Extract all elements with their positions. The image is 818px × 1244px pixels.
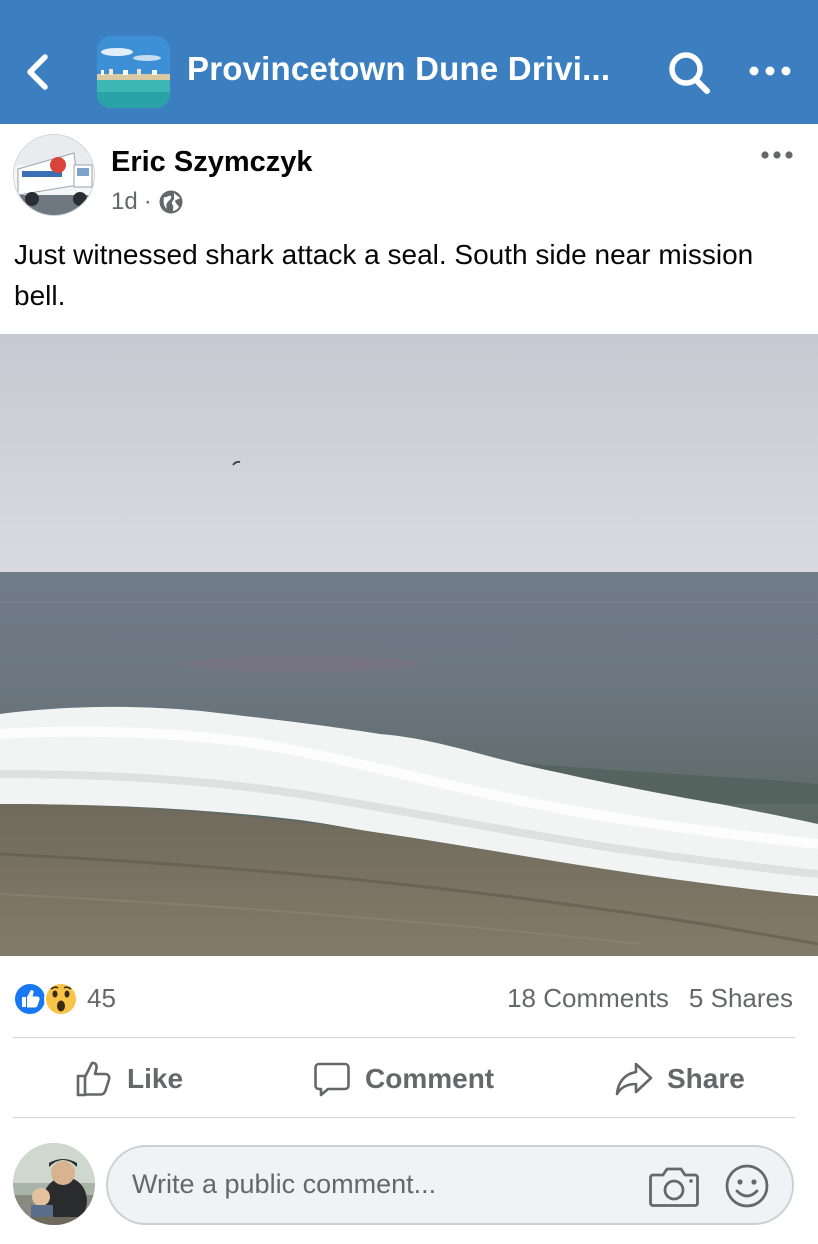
top-bar: Provincetown Dune Drivi... — [0, 0, 818, 124]
meta-separator: · — [143, 188, 152, 215]
group-title[interactable]: Provincetown Dune Drivi... — [187, 50, 610, 88]
shares-count[interactable]: 5 Shares — [689, 983, 793, 1014]
share-button[interactable]: Share — [615, 1056, 745, 1102]
search-icon — [669, 52, 710, 94]
wow-reaction-icon — [44, 982, 78, 1016]
globe-icon — [159, 190, 183, 214]
reaction-count[interactable]: 45 — [87, 983, 116, 1014]
author-name[interactable]: Eric Szymczyk — [111, 146, 313, 179]
post-options-button[interactable] — [757, 144, 797, 166]
comment-icon — [314, 1062, 350, 1097]
comments-count[interactable]: 18 Comments — [507, 983, 669, 1014]
author-avatar[interactable] — [13, 134, 95, 216]
divider — [13, 1117, 795, 1118]
camera-icon — [649, 1167, 699, 1207]
post-text: Just witnessed shark attack a seal. Sout… — [14, 239, 754, 311]
more-horizontal-icon — [749, 66, 791, 76]
back-button[interactable] — [18, 50, 58, 94]
post-time[interactable]: 1d — [111, 188, 138, 216]
post-meta: 1d · — [111, 188, 184, 216]
search-button[interactable] — [664, 48, 716, 98]
reaction-icons[interactable] — [13, 982, 83, 1016]
like-reaction-icon — [13, 982, 47, 1016]
current-user-avatar[interactable] — [13, 1143, 95, 1225]
smiley-face-icon — [725, 1164, 769, 1208]
comment-button[interactable]: Comment — [313, 1056, 494, 1102]
engagement-counts: 18 Comments 5 Shares — [507, 983, 793, 1014]
more-options-button[interactable] — [744, 58, 796, 84]
share-label: Share — [667, 1063, 745, 1094]
share-arrow-icon — [615, 1062, 653, 1096]
post-photo[interactable] — [0, 334, 818, 956]
chevron-left-icon — [27, 54, 48, 90]
comment-placeholder: Write a public comment... — [132, 1169, 437, 1199]
thumbs-up-icon — [76, 1061, 111, 1097]
like-button[interactable]: Like — [75, 1056, 183, 1102]
camera-button[interactable] — [648, 1161, 700, 1211]
more-horizontal-icon — [761, 151, 793, 159]
emoji-button[interactable] — [722, 1161, 772, 1211]
comment-input[interactable]: Write a public comment... — [106, 1145, 794, 1225]
comment-label: Comment — [365, 1063, 495, 1094]
divider — [13, 1037, 795, 1038]
group-thumbnail[interactable] — [97, 36, 170, 108]
like-label: Like — [127, 1063, 184, 1094]
